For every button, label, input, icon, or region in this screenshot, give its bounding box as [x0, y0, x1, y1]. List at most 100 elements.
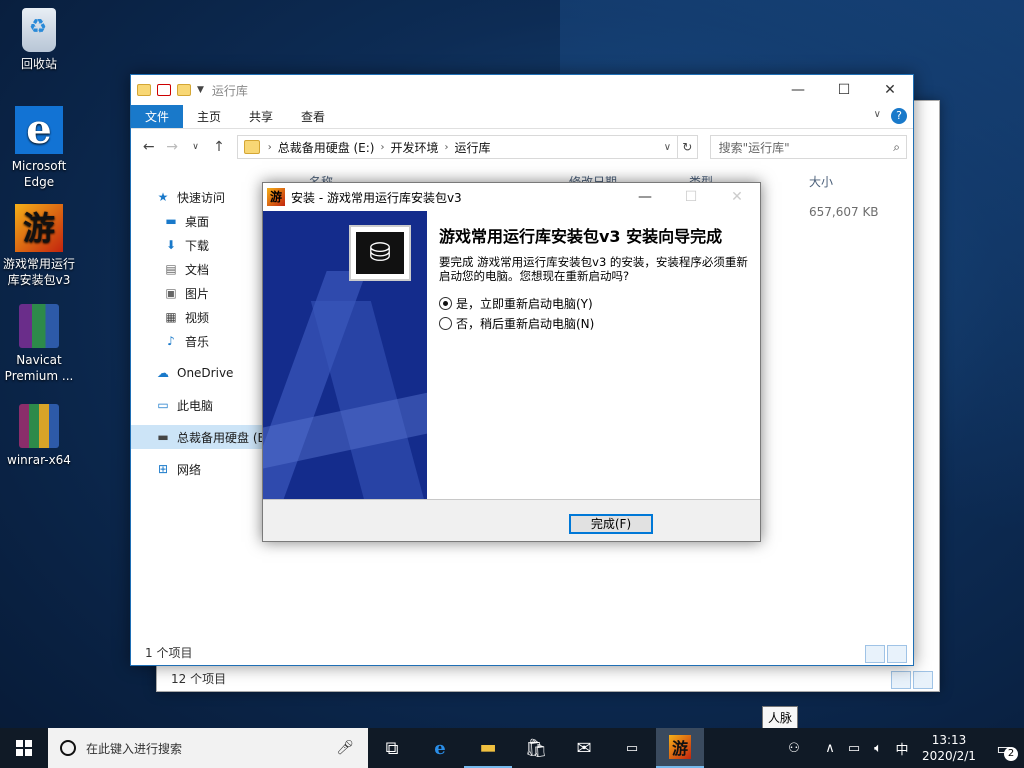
large-icons-view-button[interactable]	[887, 645, 907, 663]
taskbar-store-icon[interactable]: 🛍︎	[512, 728, 560, 768]
radio-button[interactable]	[439, 317, 452, 330]
installer-title: 安装 - 游戏常用运行库安装包v3	[291, 190, 462, 205]
taskbar-terminal-icon[interactable]: ▭	[608, 728, 656, 768]
title-bar[interactable]: ▼ 运行库 — ☐ ✕	[131, 75, 913, 105]
search-input[interactable]: 搜索"运行库" ⌕	[709, 135, 907, 159]
breadcrumb-runtime[interactable]: 运行库	[455, 139, 491, 156]
taskbar: 在此键入进行搜索 🎤︎ ⧉ e ▬ 🛍︎ ✉ ▭ 游 ⚇ ∧ ▭ 🔈︎ 中 13…	[0, 728, 1024, 768]
breadcrumb-drive[interactable]: 总裁备用硬盘 (E:)	[278, 139, 375, 156]
drive-icon: ▬	[157, 430, 169, 444]
search-placeholder: 在此键入进行搜索	[86, 741, 183, 756]
game-runtime-icon: 游	[15, 204, 63, 252]
installer-title-bar[interactable]: 游 安装 - 游戏常用运行库安装包v3 — ☐ ✕	[263, 183, 760, 211]
column-size[interactable]: 大小	[809, 173, 833, 190]
desktop-icon: ▬	[165, 214, 177, 228]
cortana-icon	[60, 740, 76, 756]
status-item-count: 12 个项目	[171, 672, 227, 686]
taskbar-file-explorer-icon[interactable]: ▬	[464, 728, 512, 768]
volume-icon[interactable]: 🔈︎	[866, 741, 890, 756]
breadcrumb-dev-env[interactable]: 开发环境	[391, 139, 439, 156]
chevron-up-icon[interactable]: ∧	[818, 741, 842, 756]
desktop-icon-label: 游戏常用运行库安装包v3	[2, 257, 75, 287]
desktop-icon-label: Microsoft Edge	[11, 159, 67, 189]
close-button[interactable]: ✕	[867, 75, 913, 105]
new-folder-icon[interactable]	[177, 84, 191, 96]
customize-toolbar-icon[interactable]: ▼	[197, 85, 204, 95]
folder-icon	[137, 84, 151, 96]
close-button: ✕	[731, 189, 743, 205]
tab-share[interactable]: 共享	[235, 105, 287, 128]
properties-icon[interactable]	[157, 84, 171, 96]
microphone-icon[interactable]: 🎤︎	[336, 740, 354, 756]
taskbar-installer-icon[interactable]: 游	[656, 728, 704, 768]
refresh-button[interactable]: ↻	[678, 135, 698, 159]
restart-later-label: 否，稍后重新启动电脑(N)	[456, 317, 595, 331]
tab-home[interactable]: 主页	[183, 105, 235, 128]
cloud-icon: ☁	[157, 366, 169, 380]
expand-ribbon-icon[interactable]: ∨	[874, 109, 881, 128]
people-icon[interactable]: ⚇	[770, 741, 818, 756]
desktop-icon-navicat[interactable]: Navicat Premium ...	[0, 304, 78, 384]
view-buttons	[863, 645, 907, 663]
address-bar[interactable]: › 总裁备用硬盘 (E:) › 开发环境 › 运行库 ∨	[236, 135, 679, 159]
archive-icon	[19, 304, 59, 348]
taskbar-mail-icon[interactable]: ✉	[560, 728, 608, 768]
network-icon[interactable]: ▭	[842, 741, 866, 756]
action-center-button[interactable]: ▭ 2	[984, 739, 1024, 761]
address-bar-row: ← → ∨ ↑ › 总裁备用硬盘 (E:) › 开发环境 › 运行库 ∨ ↻ 搜…	[131, 129, 913, 165]
computer-icon: ▭	[157, 398, 169, 412]
desktop-icon-label: 回收站	[20, 57, 57, 71]
desktop-icon-winrar[interactable]: winrar-x64	[0, 404, 78, 468]
clock-time: 13:13	[931, 733, 967, 747]
document-icon: ▤	[165, 262, 177, 276]
details-view-button[interactable]	[865, 645, 885, 663]
maximize-button[interactable]: ☐	[821, 75, 867, 105]
forward-button[interactable]: →	[160, 139, 183, 155]
search-placeholder: 搜索"运行库"	[718, 140, 790, 155]
radio-button[interactable]	[439, 297, 452, 310]
restart-now-option[interactable]: 是，立即重新启动电脑(Y)	[439, 295, 593, 312]
folder-icon	[243, 140, 260, 154]
finish-button[interactable]: 完成(F)	[569, 514, 653, 534]
back-button[interactable]: ←	[137, 139, 160, 155]
tab-file[interactable]: 文件	[131, 105, 184, 128]
up-button[interactable]: ↑	[207, 139, 230, 155]
wizard-banner-image: ⛁	[263, 211, 427, 499]
taskbar-search-box[interactable]: 在此键入进行搜索 🎤︎	[48, 728, 368, 768]
ribbon-tabs: 文件 主页 共享 查看 ∨ ?	[131, 105, 913, 129]
status-item-count: 1 个项目	[145, 646, 193, 660]
people-tooltip: 人脉	[762, 706, 799, 729]
clock[interactable]: 13:13 2020/2/1	[914, 732, 984, 764]
recent-locations-button[interactable]: ∨	[184, 142, 207, 152]
installer-dialog[interactable]: 游 安装 - 游戏常用运行库安装包v3 — ☐ ✕ ⛁ 游戏常用运行库安装包v3…	[262, 182, 761, 542]
notification-badge: 2	[1004, 746, 1018, 761]
network-icon: ⊞	[157, 462, 169, 476]
chevron-right-icon: ›	[267, 141, 272, 153]
video-icon: ▦	[165, 310, 177, 324]
download-icon: ⬇	[165, 238, 177, 252]
task-view-button[interactable]: ⧉	[368, 728, 416, 768]
restart-later-option[interactable]: 否，稍后重新启动电脑(N)	[439, 315, 594, 332]
maximize-button: ☐	[684, 189, 698, 205]
help-icon[interactable]: ?	[891, 108, 907, 124]
desktop-icon-recycle-bin[interactable]: 回收站	[0, 8, 78, 72]
wizard-heading: 游戏常用运行库安装包v3 安装向导完成	[439, 227, 723, 246]
file-size-value: 657,607 KB	[809, 205, 879, 219]
desktop-icon-game-runtime[interactable]: 游 游戏常用运行库安装包v3	[0, 204, 78, 288]
edge-icon: e	[15, 106, 63, 154]
large-icons-view-button[interactable]	[913, 671, 933, 689]
desktop-icon-label: winrar-x64	[7, 453, 71, 467]
windows-icon	[16, 740, 32, 756]
minimize-button[interactable]: —	[622, 183, 668, 211]
winrar-icon	[19, 404, 59, 448]
chevron-down-icon[interactable]: ∨	[664, 142, 671, 153]
start-button[interactable]	[0, 728, 48, 768]
chevron-right-icon: ›	[444, 141, 449, 153]
ime-indicator[interactable]: 中	[890, 739, 914, 758]
details-view-button[interactable]	[891, 671, 911, 689]
desktop-icon-edge[interactable]: e Microsoft Edge	[0, 106, 78, 190]
minimize-button[interactable]: —	[775, 75, 821, 105]
taskbar-edge-icon[interactable]: e	[416, 728, 464, 768]
tab-view[interactable]: 查看	[287, 105, 339, 128]
chevron-right-icon: ›	[380, 141, 385, 153]
